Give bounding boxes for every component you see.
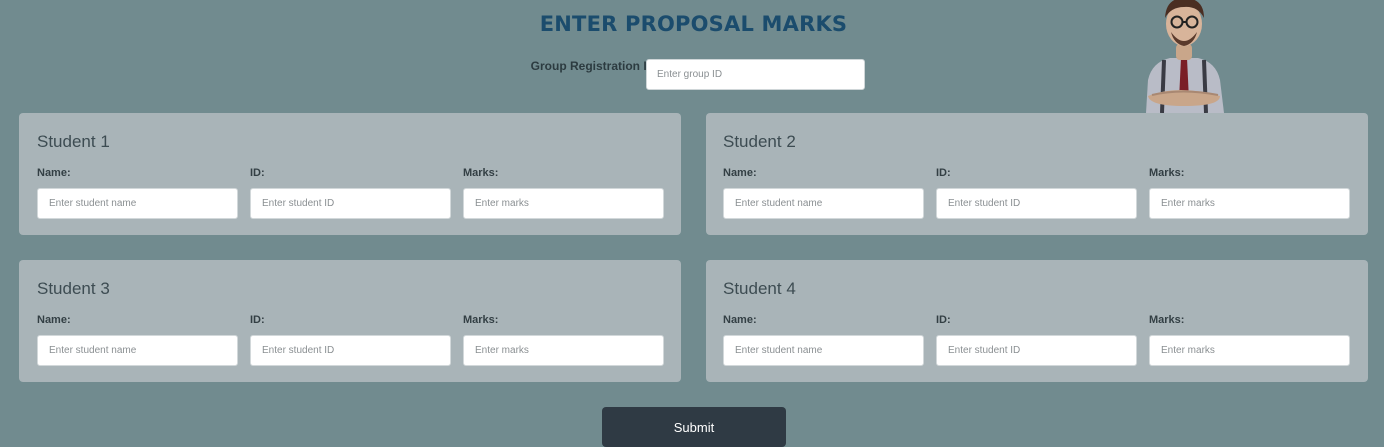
student-4-title: Student 4 xyxy=(723,279,796,298)
student-1-title: Student 1 xyxy=(37,132,110,151)
student-3-card: Student 3 Name: ID: Marks: xyxy=(19,260,681,382)
submit-button[interactable]: Submit xyxy=(602,407,786,447)
student-3-title: Student 3 xyxy=(37,279,110,298)
student-2-title: Student 2 xyxy=(723,132,796,151)
student-2-marks-input[interactable] xyxy=(1149,188,1350,219)
student-1-marks-input[interactable] xyxy=(463,188,664,219)
student-1-name-input[interactable] xyxy=(37,188,238,219)
student-3-id-label: ID: xyxy=(250,314,265,326)
student-3-name-input[interactable] xyxy=(37,335,238,366)
student-4-id-label: ID: xyxy=(936,314,951,326)
student-4-name-input[interactable] xyxy=(723,335,924,366)
student-3-id-input[interactable] xyxy=(250,335,451,366)
group-id-input[interactable] xyxy=(646,59,865,90)
group-registration-label: Group Registration ID: xyxy=(530,59,660,73)
student-2-card: Student 2 Name: ID: Marks: xyxy=(706,113,1368,235)
student-2-name-input[interactable] xyxy=(723,188,924,219)
student-1-id-input[interactable] xyxy=(250,188,451,219)
student-1-marks-label: Marks: xyxy=(463,167,499,179)
student-1-card: Student 1 Name: ID: Marks: xyxy=(19,113,681,235)
student-2-id-label: ID: xyxy=(936,167,951,179)
student-1-name-label: Name: xyxy=(37,167,71,179)
student-2-marks-label: Marks: xyxy=(1149,167,1185,179)
student-1-id-label: ID: xyxy=(250,167,265,179)
student-3-name-label: Name: xyxy=(37,314,71,326)
student-4-name-label: Name: xyxy=(723,314,757,326)
student-3-marks-input[interactable] xyxy=(463,335,664,366)
student-4-id-input[interactable] xyxy=(936,335,1137,366)
student-4-card: Student 4 Name: ID: Marks: xyxy=(706,260,1368,382)
student-4-marks-input[interactable] xyxy=(1149,335,1350,366)
student-4-marks-label: Marks: xyxy=(1149,314,1185,326)
student-2-name-label: Name: xyxy=(723,167,757,179)
student-2-id-input[interactable] xyxy=(936,188,1137,219)
teacher-avatar-icon xyxy=(1138,0,1230,114)
student-3-marks-label: Marks: xyxy=(463,314,499,326)
